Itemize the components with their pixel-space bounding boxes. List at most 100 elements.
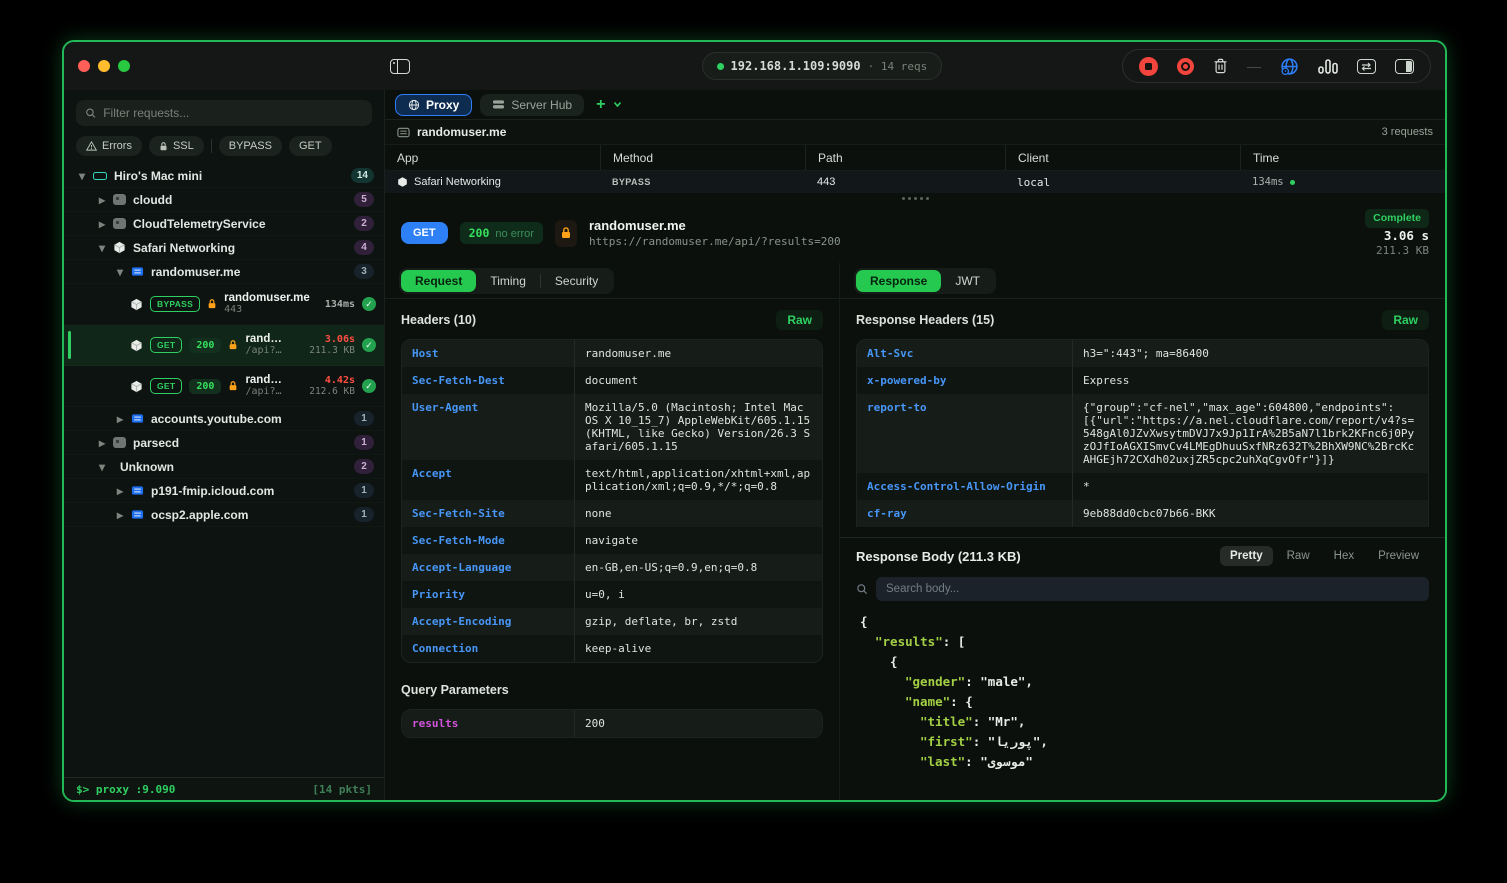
- network-globe-icon[interactable]: [1280, 57, 1299, 76]
- tab-security[interactable]: Security: [541, 270, 612, 292]
- header-row[interactable]: report-to{"group":"cf-nel","max_age":604…: [857, 394, 1428, 473]
- search-body-input[interactable]: [886, 583, 1419, 595]
- zoom-window-button[interactable]: [118, 60, 130, 72]
- chevron-right-icon[interactable]: ▸: [98, 436, 106, 450]
- request-row[interactable]: BYPASS randomuser.me 443 134ms ✓: [64, 284, 384, 325]
- tab-label: Server Hub: [511, 98, 572, 112]
- header-row[interactable]: cf-ray9eb88dd0cbc07b66-BKK: [857, 500, 1428, 527]
- header-row[interactable]: Sec-Fetch-Sitenone: [402, 500, 822, 527]
- trash-icon[interactable]: [1213, 58, 1228, 74]
- raw-toggle-button[interactable]: Raw: [1382, 310, 1429, 330]
- tree-item-host[interactable]: ▸ ocsp2.apple.com 1: [64, 503, 384, 527]
- header-row[interactable]: Priorityu=0, i: [402, 581, 822, 608]
- column-time[interactable]: Time: [1240, 145, 1445, 170]
- header-row[interactable]: Hostrandomuser.me: [402, 340, 822, 367]
- header-row[interactable]: Connectionkeep-alive: [402, 635, 822, 662]
- body-search-field[interactable]: [876, 577, 1429, 601]
- chevron-down-icon[interactable]: ▾: [116, 265, 124, 279]
- cube-icon: [130, 298, 143, 311]
- traffic-lights: [78, 60, 130, 72]
- table-row[interactable]: Safari Networking BYPASS 443 local 134ms: [385, 171, 1445, 193]
- tree-item-app[interactable]: ▾ Safari Networking 4: [64, 236, 384, 260]
- tree-item-host[interactable]: ▾ randomuser.me 3: [64, 260, 384, 284]
- filter-chip-get[interactable]: GET: [289, 136, 332, 156]
- warning-icon: [86, 141, 97, 151]
- request-row[interactable]: GET 200 rand… /api?… 4.42s 212.6 KB ✓: [64, 366, 384, 407]
- complete-badge: Complete: [1365, 209, 1429, 228]
- column-client[interactable]: Client: [1005, 145, 1240, 170]
- tree-item-host[interactable]: ▸ p191-fmip.icloud.com 1: [64, 479, 384, 503]
- toggle-right-panel-icon[interactable]: [1395, 59, 1414, 74]
- tab-server-hub[interactable]: Server Hub: [480, 94, 584, 116]
- header-row[interactable]: Accept-Encodinggzip, deflate, br, zstd: [402, 608, 822, 635]
- chevron-right-icon[interactable]: ▸: [98, 193, 106, 207]
- chevron-down-icon[interactable]: [613, 101, 622, 108]
- drag-handle-icon[interactable]: [385, 193, 1445, 203]
- filter-chip-ssl[interactable]: SSL: [149, 136, 204, 156]
- toggle-left-sidebar-icon[interactable]: [390, 59, 410, 74]
- header-row[interactable]: Sec-Fetch-Destdocument: [402, 367, 822, 394]
- column-app[interactable]: App: [385, 145, 600, 170]
- tab-jwt[interactable]: JWT: [941, 270, 994, 292]
- header-row[interactable]: User-AgentMozilla/5.0 (Macintosh; Intel …: [402, 394, 822, 460]
- record-icon[interactable]: [1177, 58, 1194, 75]
- chevron-right-icon[interactable]: ▸: [98, 217, 106, 231]
- query-param-row[interactable]: results 200: [402, 710, 822, 737]
- summary-url[interactable]: https://randomuser.me/api/?results=200: [589, 234, 841, 249]
- stop-proxy-icon[interactable]: [1139, 57, 1158, 76]
- chevron-down-icon[interactable]: ▾: [98, 460, 106, 474]
- json-body-viewer[interactable]: { "results": [ { "gender": "male", "name…: [840, 604, 1445, 800]
- filter-search-field[interactable]: [76, 100, 372, 126]
- tab-proxy[interactable]: Proxy: [395, 94, 472, 116]
- chevron-down-icon[interactable]: ▾: [78, 169, 86, 183]
- proxy-address: 192.168.1.109:9090: [731, 59, 861, 73]
- header-row[interactable]: Access-Control-Allow-Origin*: [857, 473, 1428, 500]
- tab-hex[interactable]: Hex: [1324, 546, 1364, 566]
- raw-toggle-button[interactable]: Raw: [776, 310, 823, 330]
- column-method[interactable]: Method: [600, 145, 805, 170]
- tree-item-device[interactable]: ▾ Hiro's Mac mini 14: [64, 164, 384, 188]
- filter-requests-input[interactable]: [103, 106, 363, 120]
- search-icon: [856, 583, 868, 595]
- chip-label: Errors: [102, 140, 132, 152]
- filter-chip-bypass[interactable]: BYPASS: [219, 136, 282, 156]
- header-row[interactable]: Alt-Svch3=":443"; ma=86400: [857, 340, 1428, 367]
- swap-arrows-icon[interactable]: [1357, 59, 1376, 74]
- chevron-right-icon[interactable]: ▸: [116, 508, 124, 522]
- column-path[interactable]: Path: [805, 145, 1005, 170]
- workspace-tabbar: Proxy Server Hub +: [385, 90, 1445, 120]
- request-time: 4.42s: [309, 375, 355, 386]
- tab-request[interactable]: Request: [401, 270, 476, 292]
- titlebar: 192.168.1.109:9090 · 14 reqs —: [64, 42, 1445, 90]
- tree-item-app[interactable]: ▸ CloudTelemetryService 2: [64, 212, 384, 236]
- tab-preview[interactable]: Preview: [1368, 546, 1429, 566]
- header-row[interactable]: Sec-Fetch-Modenavigate: [402, 527, 822, 554]
- header-row[interactable]: Accepttext/html,application/xhtml+xml,ap…: [402, 460, 822, 500]
- tab-raw[interactable]: Raw: [1277, 546, 1320, 566]
- tree-item-app[interactable]: ▸ cloudd 5: [64, 188, 384, 212]
- minimize-window-button[interactable]: [98, 60, 110, 72]
- tab-response[interactable]: Response: [856, 270, 941, 292]
- tree-label: Hiro's Mac mini: [114, 169, 351, 183]
- status-code: 200: [469, 226, 490, 240]
- tab-pretty[interactable]: Pretty: [1220, 546, 1273, 566]
- header-row[interactable]: Accept-Languageen-GB,en-US;q=0.9,en;q=0.…: [402, 554, 822, 581]
- host-icon: [131, 265, 144, 278]
- tree-item-host[interactable]: ▸ accounts.youtube.com 1: [64, 407, 384, 431]
- chip-label: GET: [299, 140, 322, 152]
- filter-chip-errors[interactable]: Errors: [76, 136, 142, 156]
- header-row[interactable]: x-powered-byExpress: [857, 367, 1428, 394]
- request-row-selected[interactable]: GET 200 rand… /api?… 3.06s 211.3 KB ✓: [64, 325, 384, 366]
- tab-timing[interactable]: Timing: [476, 270, 540, 292]
- stats-bars-icon[interactable]: [1318, 57, 1338, 75]
- chevron-down-icon[interactable]: ▾: [98, 241, 106, 255]
- tree-item-unknown[interactable]: ▾ Unknown 2: [64, 455, 384, 479]
- summary-size: 211.3 KB: [1365, 243, 1429, 258]
- status-chip: 200: [189, 338, 221, 353]
- proxy-address-pill[interactable]: 192.168.1.109:9090 · 14 reqs: [702, 52, 943, 80]
- chevron-right-icon[interactable]: ▸: [116, 412, 124, 426]
- close-window-button[interactable]: [78, 60, 90, 72]
- add-tab-button[interactable]: +: [596, 98, 605, 112]
- chevron-right-icon[interactable]: ▸: [116, 484, 124, 498]
- tree-item-app[interactable]: ▸ parsecd 1: [64, 431, 384, 455]
